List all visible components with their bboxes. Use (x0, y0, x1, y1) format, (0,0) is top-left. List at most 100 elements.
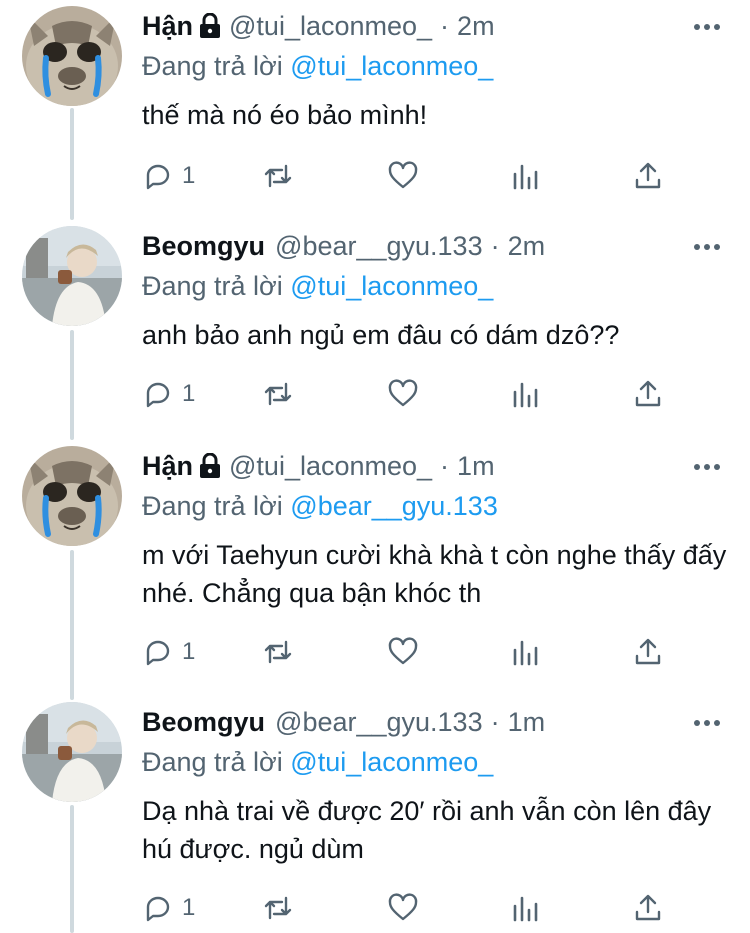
action-bar: 1 (142, 374, 682, 414)
more-icon[interactable] (692, 708, 722, 738)
analytics-button[interactable] (509, 888, 541, 928)
like-icon (388, 637, 418, 665)
analytics-icon (513, 164, 538, 190)
more-icon[interactable] (692, 232, 722, 262)
tweet-header: Beomgyu @bear__gyu.133 · 1m (142, 702, 730, 742)
tweet-header: Hận @tui_laconmeo_ · 1m (142, 446, 730, 486)
reply-icon (146, 164, 170, 190)
reply-button[interactable]: 1 (142, 888, 195, 928)
display-name[interactable]: Hận (142, 451, 193, 482)
cat-avatar-image (22, 446, 122, 546)
reply-mention[interactable]: @tui_laconmeo_ (290, 747, 493, 777)
display-name[interactable]: Hận (142, 11, 193, 42)
share-icon (635, 894, 661, 921)
avatar[interactable] (22, 446, 122, 546)
reply-prefix: Đang trả lời (142, 51, 283, 81)
cat-avatar-image (22, 6, 122, 106)
reply-icon (146, 640, 170, 666)
retweet-icon (264, 640, 292, 664)
reply-count: 1 (182, 638, 196, 665)
reply-button[interactable]: 1 (142, 632, 195, 672)
like-icon (388, 161, 418, 189)
share-icon (635, 380, 661, 407)
retweet-button[interactable] (262, 374, 294, 414)
reply-count: 1 (182, 162, 196, 189)
more-icon[interactable] (692, 12, 722, 42)
tweet[interactable]: Hận @tui_laconmeo_ · 1m Đang trả lời @be… (0, 446, 750, 696)
like-button[interactable] (387, 888, 419, 928)
separator-dot: · (440, 450, 450, 481)
display-name[interactable]: Beomgyu (142, 231, 265, 262)
reply-context: Đang trả lời @tui_laconmeo_ (142, 46, 730, 86)
reply-mention[interactable]: @tui_laconmeo_ (290, 51, 493, 81)
reply-context: Đang trả lời @tui_laconmeo_ (142, 266, 730, 306)
share-icon (635, 162, 661, 189)
reply-prefix: Đang trả lời (142, 491, 283, 521)
reply-button[interactable]: 1 (142, 156, 195, 196)
reply-icon (146, 382, 170, 408)
action-bar: 1 (142, 632, 682, 672)
retweet-button[interactable] (262, 632, 294, 672)
share-button[interactable] (632, 156, 664, 196)
share-button[interactable] (632, 632, 664, 672)
tweet-header: Hận @tui_laconmeo_ · 2m (142, 6, 730, 46)
reply-mention[interactable]: @bear__gyu.133 (290, 491, 498, 521)
analytics-icon (513, 382, 538, 408)
tweet-text: m với Taehyun cười khà khà t còn nghe th… (142, 540, 727, 608)
like-button[interactable] (387, 156, 419, 196)
lock-icon (200, 453, 221, 478)
reply-context: Đang trả lời @bear__gyu.133 (142, 486, 730, 526)
like-icon (388, 893, 418, 921)
user-handle[interactable]: @bear__gyu.133 (275, 231, 483, 262)
user-handle[interactable]: @bear__gyu.133 (275, 707, 483, 738)
retweet-icon (264, 382, 292, 406)
more-icon[interactable] (692, 452, 722, 482)
person-avatar-image (22, 226, 122, 326)
retweet-button[interactable] (262, 156, 294, 196)
retweet-icon (264, 896, 292, 920)
like-button[interactable] (387, 374, 419, 414)
tweet-text: anh bảo anh ngủ em đâu có dám dzô?? (142, 320, 620, 350)
reply-prefix: Đang trả lời (142, 271, 283, 301)
share-icon (635, 638, 661, 665)
tweet[interactable]: Hận @tui_laconmeo_ · 2m Đang trả lời @tu… (0, 6, 750, 216)
like-icon (388, 379, 418, 407)
avatar[interactable] (22, 6, 122, 106)
user-handle[interactable]: @tui_laconmeo_ (229, 11, 432, 42)
tweet[interactable]: Beomgyu @bear__gyu.133 · 1m Đang trả lời… (0, 702, 750, 933)
timestamp[interactable]: 2m (508, 231, 546, 262)
share-button[interactable] (632, 888, 664, 928)
action-bar: 1 (142, 156, 682, 196)
timestamp[interactable]: 1m (508, 707, 546, 738)
action-bar: 1 (142, 888, 682, 928)
tweet-header: Beomgyu @bear__gyu.133 · 2m (142, 226, 730, 266)
timestamp[interactable]: 1m (457, 451, 495, 482)
reply-mention[interactable]: @tui_laconmeo_ (290, 271, 493, 301)
retweet-icon (264, 164, 292, 188)
reply-count: 1 (182, 894, 196, 921)
tweet-text: Dạ nhà trai về được 20′ rồi anh vẫn còn … (142, 796, 712, 864)
reply-count: 1 (182, 380, 196, 407)
avatar[interactable] (22, 226, 122, 326)
display-name[interactable]: Beomgyu (142, 707, 265, 738)
analytics-button[interactable] (509, 632, 541, 672)
reply-icon (146, 896, 170, 922)
analytics-button[interactable] (509, 156, 541, 196)
tweet[interactable]: Beomgyu @bear__gyu.133 · 2m Đang trả lời… (0, 226, 750, 436)
retweet-button[interactable] (262, 888, 294, 928)
analytics-icon (513, 896, 538, 922)
user-handle[interactable]: @tui_laconmeo_ (229, 451, 432, 482)
tweet-text: thế mà nó éo bảo mình! (142, 100, 428, 130)
timestamp[interactable]: 2m (457, 11, 495, 42)
lock-icon (200, 13, 221, 38)
person-avatar-image (22, 702, 122, 802)
avatar[interactable] (22, 702, 122, 802)
analytics-icon (513, 640, 538, 666)
separator-dot: · (490, 706, 500, 737)
like-button[interactable] (387, 632, 419, 672)
analytics-button[interactable] (509, 374, 541, 414)
share-button[interactable] (632, 374, 664, 414)
separator-dot: · (440, 10, 450, 41)
reply-context: Đang trả lời @tui_laconmeo_ (142, 742, 730, 782)
reply-button[interactable]: 1 (142, 374, 195, 414)
